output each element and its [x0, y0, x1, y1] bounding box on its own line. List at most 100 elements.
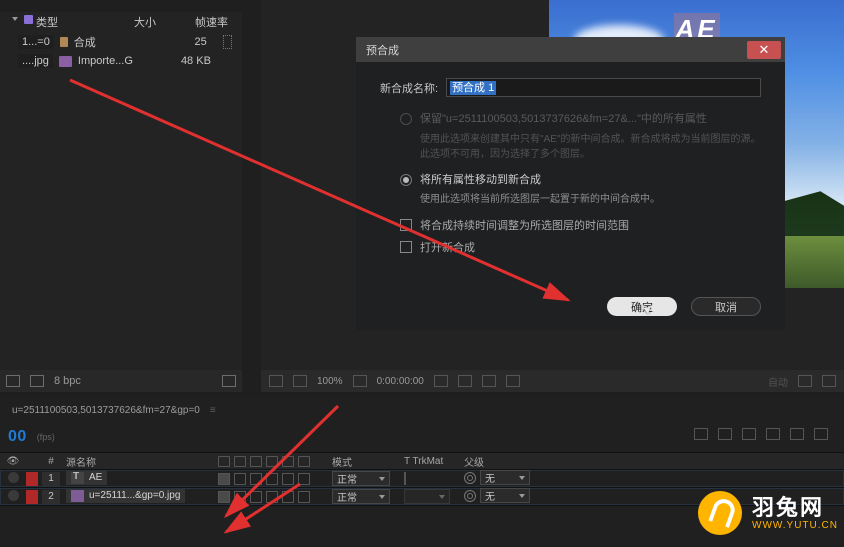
row-name: Importe...G [78, 55, 163, 67]
switch[interactable] [266, 473, 278, 485]
dialog-title: 预合成 [366, 42, 399, 58]
time-value[interactable]: 0:00:00:00 [377, 376, 424, 387]
timeline-tool-icons [694, 428, 828, 440]
layer-name[interactable]: AE [66, 471, 107, 485]
radio-leave-attrs-label: 保留"u=2511100503,5013737626&fm=27&..."中的所… [420, 111, 707, 128]
switches-icon[interactable] [814, 428, 828, 440]
label-colour[interactable] [26, 472, 38, 486]
switch[interactable] [282, 491, 294, 503]
name-input-value: 预合成 1 [450, 81, 496, 95]
image-icon [59, 56, 72, 67]
check-open-new-row: 打开新合成 [400, 239, 761, 255]
switch[interactable] [234, 491, 246, 503]
label-colour[interactable] [26, 490, 38, 504]
layer-index: 1 [42, 472, 60, 486]
grid-icon[interactable] [269, 375, 283, 387]
shy-icon[interactable] [742, 428, 756, 440]
col-parent: 父级 [460, 454, 546, 469]
trash-icon[interactable] [222, 375, 236, 387]
folder-icon [60, 37, 68, 47]
preview-toolbar: 100% 0:00:00:00 自动 [261, 370, 844, 392]
cancel-button-label: 取消 [715, 299, 737, 315]
radio-leave-attrs-desc: 使用此选项来创建其中只有"AE"的新中间合成。新合成将成为当前图层的源。此选项不… [420, 132, 761, 162]
project-row[interactable]: ....jpg Importe...G 48 KB [0, 52, 242, 70]
layer-name-text: AE [89, 472, 102, 483]
time-code[interactable]: 00 [8, 428, 27, 446]
chevron-down-icon [379, 495, 385, 499]
name-input[interactable]: 预合成 1 [446, 78, 761, 97]
image-layer-icon [71, 490, 84, 502]
mode-select[interactable]: 正常 [332, 471, 390, 486]
switch[interactable] [282, 473, 294, 485]
col-type-header[interactable]: 类型 [36, 14, 106, 30]
switch-mb-icon [266, 456, 278, 467]
watermark: 羽兔网 WWW.YUTU.CN [698, 491, 844, 535]
label-colour-icon [24, 15, 33, 24]
chevron-down-icon [439, 495, 445, 499]
tab-menu-icon[interactable]: ≡ [210, 405, 216, 416]
chevron-down-icon [379, 477, 385, 481]
zoom-value[interactable]: 100% [317, 376, 343, 387]
radio-move-attrs[interactable] [400, 174, 412, 186]
motion-blur-icon[interactable] [766, 428, 780, 440]
bpc-label[interactable]: 8 bpc [54, 375, 81, 387]
pickwhip-icon[interactable] [464, 472, 476, 484]
switch-adj-icon [282, 456, 294, 467]
close-button[interactable]: ✕ [747, 41, 781, 59]
watermark-cn: 羽兔网 [752, 495, 838, 520]
col-source[interactable]: 源名称 [62, 454, 216, 469]
resolution-icon[interactable] [506, 375, 520, 387]
timeline-row[interactable]: 1 AE 正常 [0, 470, 844, 488]
name-label: 新合成名称: [380, 80, 438, 96]
resolution-value[interactable]: 自动 [768, 374, 788, 389]
mask-icon[interactable] [293, 375, 307, 387]
check-adjust-duration[interactable] [400, 219, 412, 231]
pickwhip-icon[interactable] [464, 490, 476, 502]
project-row[interactable]: 1...=0 合成 25 [0, 32, 242, 52]
vis-toggle[interactable] [8, 490, 19, 501]
switch[interactable] [250, 473, 262, 485]
mode-select[interactable]: 正常 [332, 489, 390, 504]
vis-toggle[interactable] [8, 472, 19, 483]
bin-icon[interactable] [6, 375, 20, 387]
layer-name[interactable]: u=25111...&gp=0.jpg [66, 489, 185, 503]
switch[interactable] [218, 491, 230, 503]
chevron-down-icon [519, 476, 525, 480]
trk-toggle[interactable] [404, 472, 406, 485]
folder-new-icon[interactable] [30, 375, 44, 387]
radio-move-attrs-desc: 使用此选项将当前所选图层一起置于新的中间合成中。 [420, 192, 761, 207]
switch[interactable] [250, 491, 262, 503]
clock-icon[interactable] [790, 428, 804, 440]
graph-icon[interactable] [718, 428, 732, 440]
radio-leave-attrs [400, 113, 412, 125]
palette-icon[interactable] [482, 375, 496, 387]
switch[interactable] [234, 473, 246, 485]
hand-icon[interactable] [353, 375, 367, 387]
precompose-dialog: 预合成 ✕ 新合成名称: 预合成 1 保留"u=2511100503,50137… [356, 37, 785, 330]
col-fps-header[interactable]: 帧速率 [156, 14, 232, 30]
switch[interactable] [266, 491, 278, 503]
timeline-tab[interactable]: u=2511100503,5013737626&fm=27&gp=0 ≡ [0, 398, 844, 422]
view-icon[interactable] [822, 375, 836, 387]
switch[interactable] [298, 473, 310, 485]
trk-select[interactable] [404, 489, 450, 504]
switch[interactable] [298, 491, 310, 503]
close-icon: ✕ [759, 43, 770, 56]
ok-button[interactable]: 确定 [607, 297, 677, 316]
search-icon[interactable] [694, 428, 708, 440]
cancel-button[interactable]: 取消 [691, 297, 761, 316]
project-footer: 8 bpc [0, 370, 242, 392]
option-2: 将所有属性移动到新合成 使用此选项将当前所选图层一起置于新的中间合成中。 [400, 172, 761, 208]
switch[interactable] [218, 473, 230, 485]
check-open-new[interactable] [400, 241, 412, 253]
chevron-down-icon [519, 494, 525, 498]
camera-icon[interactable] [798, 375, 812, 387]
layer-name-text: u=25111...&gp=0.jpg [89, 490, 180, 501]
dialog-titlebar[interactable]: 预合成 ✕ [356, 37, 785, 62]
parent-select[interactable]: 无 [464, 470, 530, 485]
parent-select[interactable]: 无 [464, 488, 530, 503]
channel-icon[interactable] [458, 375, 472, 387]
col-size-header[interactable]: 大小 [106, 14, 156, 30]
project-col-header: 类型 大小 帧速率 [0, 12, 242, 32]
snapshot-icon[interactable] [434, 375, 448, 387]
